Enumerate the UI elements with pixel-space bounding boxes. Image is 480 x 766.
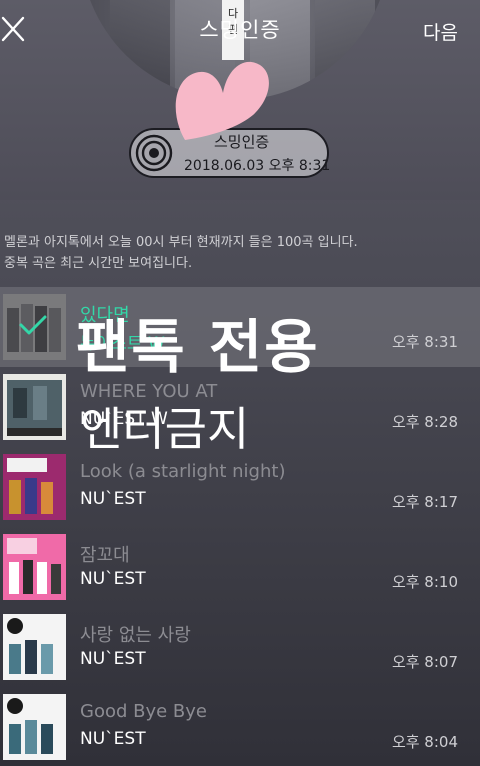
song-time: 오후 8:31 [391,333,458,351]
song-title: 있다면 [80,305,130,326]
check-icon [19,315,47,335]
song-list: 있다면 뉴이스트 W 오후 8:31 WHERE YOU AT NU`EST W… [0,287,480,766]
header: 다 편 스밍인증 다음 스밍인증 2018.06.03 오후 8:31 [0,0,480,200]
song-artist: NU`EST W [80,409,168,429]
song-time: 오후 8:07 [391,653,458,671]
song-time: 오후 8:28 [391,413,458,431]
song-time: 오후 8:04 [391,733,458,751]
list-item[interactable]: 잠꼬대 NU`EST 오후 8:10 [0,527,480,607]
song-time: 오후 8:17 [391,493,458,511]
page-title: 스밍인증 [199,18,281,42]
list-item[interactable]: 사랑 없는 사랑 NU`EST 오후 8:07 [0,607,480,687]
song-artist: NU`EST [80,649,146,669]
song-time: 오후 8:10 [391,573,458,591]
song-title: 잠꼬대 [80,545,130,566]
song-artist: NU`EST [80,729,146,749]
notice-text: 멜론과 아지톡에서 오늘 00시 부터 현재까지 들은 100곡 입니다. 중복… [4,232,474,274]
album-thumbnail [3,454,66,520]
song-title: WHERE YOU AT [80,381,218,402]
album-thumbnail [3,614,66,680]
song-title: 사랑 없는 사랑 [80,625,191,646]
list-item[interactable]: Look (a starlight night) NU`EST 오후 8:17 [0,447,480,527]
list-item[interactable]: 있다면 뉴이스트 W 오후 8:31 [0,287,480,367]
song-artist: NU`EST [80,569,146,589]
list-item[interactable]: Good Bye Bye NU`EST 오후 8:04 [0,687,480,766]
streaming-cert-screen: 다 편 스밍인증 다음 스밍인증 2018.06.03 오후 8:31 멜론과 … [0,0,480,766]
song-title: Look (a starlight night) [80,461,286,482]
song-title: Good Bye Bye [80,701,207,722]
album-thumbnail [3,534,66,600]
album-thumbnail [3,694,66,760]
list-item[interactable]: WHERE YOU AT NU`EST W 오후 8:28 [0,367,480,447]
song-artist: 뉴이스트 W [80,334,165,354]
song-artist: NU`EST [80,489,146,509]
next-button[interactable]: 다음 [423,18,458,45]
cert-datetime: 2018.06.03 오후 8:31 [184,158,331,174]
notice-line-2: 중복 곡은 최근 시간만 보여집니다. [4,256,193,271]
notice-line-1: 멜론과 아지톡에서 오늘 00시 부터 현재까지 들은 100곡 입니다. [4,235,358,250]
heart-sticker-icon [175,61,269,140]
album-thumbnail [3,374,66,440]
